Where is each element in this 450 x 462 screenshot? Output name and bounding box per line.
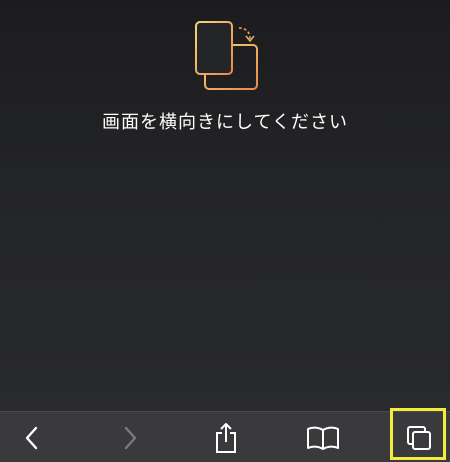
- tabs-button-highlight: [390, 408, 446, 460]
- forward-button[interactable]: [110, 412, 150, 462]
- share-icon: [216, 422, 236, 453]
- book-icon: [307, 426, 339, 450]
- back-button[interactable]: [12, 412, 52, 462]
- share-button[interactable]: [205, 412, 247, 462]
- chevron-right-icon: [124, 426, 137, 449]
- chevron-left-icon: [25, 426, 38, 449]
- rotate-device-icon: [195, 21, 258, 90]
- bottom-toolbar: [0, 411, 450, 462]
- rotate-instruction-text: 画面を横向きにしてください: [102, 112, 348, 133]
- bookmarks-button[interactable]: [300, 412, 346, 462]
- screen: 画面を横向きにしてください: [0, 0, 450, 462]
